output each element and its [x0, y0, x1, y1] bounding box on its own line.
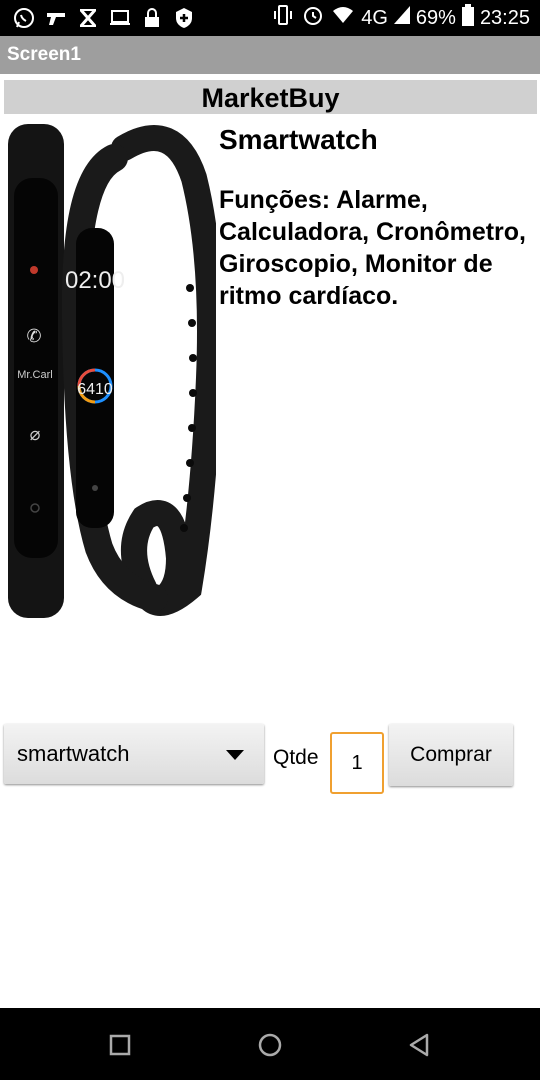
product-image: ✆ Mr.Carl ⌀ 02:00 6410: [4, 118, 223, 618]
status-bar: 4G 69% 23:25: [0, 0, 540, 36]
vibrate-icon: [271, 3, 295, 33]
gun-icon: [44, 6, 68, 30]
cell-signal-icon: [393, 6, 410, 30]
quantity-label: Qtde: [273, 746, 319, 769]
battery-percent: 69%: [415, 6, 456, 29]
alarm-icon: [301, 3, 325, 33]
app-header: MarketBuy: [4, 80, 537, 114]
caller-name: Mr.Carl: [17, 369, 52, 381]
dropdown-arrow-icon: [226, 750, 244, 760]
product-dropdown[interactable]: smartwatch: [4, 724, 264, 784]
shield-plus-icon: [172, 6, 196, 30]
screen-time: 02:00: [65, 267, 125, 294]
network-type: 4G: [361, 6, 388, 29]
screen-steps: 6410: [77, 381, 113, 398]
product-name: Smartwatch: [219, 124, 378, 155]
wifi-signal-icon: [331, 3, 355, 33]
buy-button[interactable]: Comprar: [389, 724, 513, 786]
lock-icon: [140, 6, 164, 30]
back-icon[interactable]: [405, 1030, 435, 1060]
home-icon[interactable]: [255, 1030, 285, 1060]
navigation-bar: [0, 1008, 540, 1080]
quantity-input[interactable]: [330, 732, 384, 794]
x-icon: [76, 6, 100, 30]
svg-text:⌀: ⌀: [30, 424, 41, 445]
window-title: Screen1: [0, 36, 540, 74]
clock: 23:25: [479, 6, 530, 29]
product-description: Funções: Alarme, Calculadora, Cronômetro…: [219, 186, 526, 310]
whatsapp-icon: [12, 6, 36, 30]
laptop-icon: [108, 6, 132, 30]
svg-text:✆: ✆: [26, 326, 41, 347]
battery-icon: [461, 4, 474, 32]
recents-icon[interactable]: [105, 1030, 135, 1060]
product-dropdown-value: smartwatch: [17, 741, 130, 766]
